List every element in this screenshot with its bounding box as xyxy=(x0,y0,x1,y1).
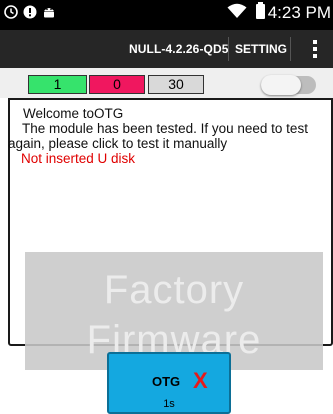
setting-button[interactable]: SETTING xyxy=(233,36,289,62)
wifi-icon xyxy=(227,3,247,18)
otg-test-button[interactable]: OTG X 1s xyxy=(107,352,231,414)
status-time: 4:23 PM xyxy=(267,3,331,22)
divider xyxy=(290,37,291,61)
log-error-text: Not inserted U disk xyxy=(21,151,136,166)
alert-icon xyxy=(23,5,37,19)
total-counter: 30 xyxy=(148,75,204,94)
watermark-line-1: Factory xyxy=(103,268,245,312)
android-icon xyxy=(44,8,54,18)
clock-icon xyxy=(4,5,18,19)
toggle-knob xyxy=(261,75,301,95)
pass-counter: 1 xyxy=(28,75,87,94)
otg-duration: 1s xyxy=(163,398,175,410)
divider xyxy=(228,37,229,61)
battery-icon xyxy=(256,2,265,19)
build-version-label: NULL-4.2.26-QD5 xyxy=(129,42,229,56)
otg-label: OTG xyxy=(152,374,181,389)
log-tested-text: The module has been tested. If you need … xyxy=(22,121,308,136)
auto-test-toggle[interactable] xyxy=(261,75,316,95)
fail-mark-icon: X xyxy=(193,368,208,393)
overflow-menu-icon[interactable] xyxy=(308,38,322,62)
action-bar: NULL-4.2.26-QD5 SETTING xyxy=(0,30,333,68)
fail-counter: 0 xyxy=(89,75,145,94)
log-tested-text-cont: again, please click to test it manually xyxy=(8,136,228,151)
status-bar: 4:23 PM xyxy=(0,0,333,30)
log-welcome-text: Welcome toOTG xyxy=(23,106,124,121)
counter-row: 1 0 30 xyxy=(0,68,333,98)
